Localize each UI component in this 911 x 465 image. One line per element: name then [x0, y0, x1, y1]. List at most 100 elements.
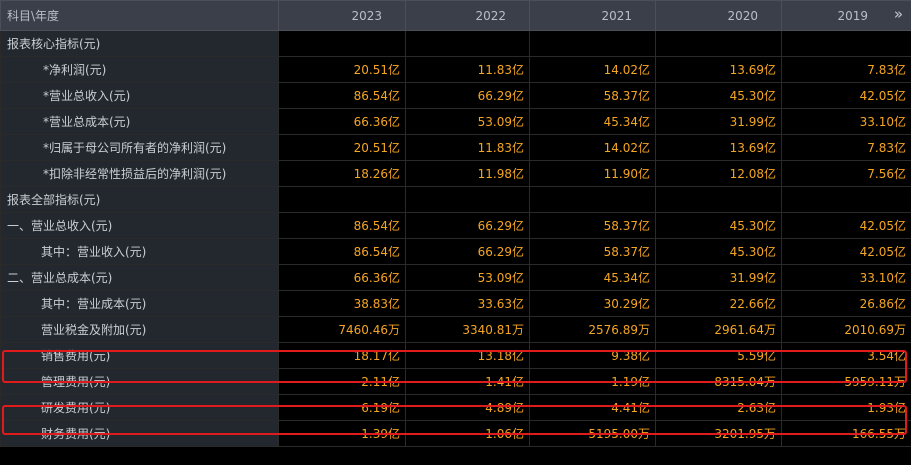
table-row[interactable]: 营业税金及附加(元) 7460.46万 3340.81万 2576.89万 2961.6… [0, 316, 911, 343]
value-cell: 2961.64万 [655, 316, 782, 343]
empty-cell [655, 30, 782, 57]
row-label: 财务费用(元) [0, 420, 279, 447]
value-cell: 53.09亿 [405, 108, 530, 135]
row-label: *净利润(元) [0, 56, 279, 83]
value-cell: 7.83亿 [781, 56, 911, 83]
value-cell: 1.19亿 [529, 368, 656, 395]
row-label: 二、营业总成本(元) [0, 264, 279, 291]
value-cell: -3201.95万 [655, 420, 782, 447]
row-label: *归属于母公司所有者的净利润(元) [0, 134, 279, 161]
header-subject-year: 科目\年度 [0, 0, 279, 31]
table-row[interactable]: *净利润(元) 20.51亿 11.83亿 14.02亿 13.69亿 7.83亿 [0, 56, 911, 83]
value-cell: 2576.89万 [529, 316, 656, 343]
value-cell: 3340.81万 [405, 316, 530, 343]
value-cell: 9.38亿 [529, 342, 656, 369]
value-cell: 11.98亿 [405, 160, 530, 187]
row-label: 营业税金及附加(元) [0, 316, 279, 343]
table-row[interactable]: 其中：营业成本(元) 38.83亿 33.63亿 30.29亿 22.66亿 26.86亿 [0, 290, 911, 317]
value-cell: 31.99亿 [655, 108, 782, 135]
value-cell: 13.69亿 [655, 56, 782, 83]
row-label: 研发费用(元) [0, 394, 279, 421]
table-row[interactable]: *营业总成本(元) 66.36亿 53.09亿 45.34亿 31.99亿 33.10亿 [0, 108, 911, 135]
header-year[interactable]: 2022 [405, 0, 530, 31]
table-row[interactable]: 销售费用(元) 18.17亿 13.18亿 9.38亿 5.59亿 3.54亿 [0, 342, 911, 369]
value-cell: 13.69亿 [655, 134, 782, 161]
value-cell: 38.83亿 [278, 290, 406, 317]
value-cell: 45.30亿 [655, 82, 782, 109]
value-cell: -166.55万 [781, 420, 911, 447]
table-row[interactable]: 财务费用(元) -1.39亿 -1.06亿 -5195.00万 -3201.95万 -16… [0, 420, 911, 447]
value-cell: 45.30亿 [655, 212, 782, 239]
value-cell: 45.34亿 [529, 108, 656, 135]
value-cell: 26.86亿 [781, 290, 911, 317]
value-cell: 13.18亿 [405, 342, 530, 369]
table-row[interactable]: 研发费用(元) 6.19亿 4.89亿 4.41亿 2.63亿 1.93亿 [0, 394, 911, 421]
header-year[interactable]: 2020 [655, 0, 782, 31]
header-year[interactable]: 2023 [278, 0, 406, 31]
value-cell: 22.66亿 [655, 290, 782, 317]
value-cell: 7460.46万 [278, 316, 406, 343]
value-cell: 86.54亿 [278, 238, 406, 265]
empty-cell [781, 30, 911, 57]
value-cell: 42.05亿 [781, 212, 911, 239]
value-cell: 2010.69万 [781, 316, 911, 343]
value-cell: 45.30亿 [655, 238, 782, 265]
value-cell: 86.54亿 [278, 82, 406, 109]
row-label: 一、营业总收入(元) [0, 212, 279, 239]
value-cell: 11.83亿 [405, 56, 530, 83]
empty-cell [278, 186, 406, 213]
empty-cell [405, 30, 530, 57]
value-cell: 18.17亿 [278, 342, 406, 369]
value-cell: 53.09亿 [405, 264, 530, 291]
empty-cell [655, 186, 782, 213]
table-row[interactable]: 管理费用(元) 2.11亿 1.41亿 1.19亿 8315.04万 5959.11万 [0, 368, 911, 395]
table-row[interactable]: 二、营业总成本(元) 66.36亿 53.09亿 45.34亿 31.99亿 33.10亿 [0, 264, 911, 291]
value-cell: 33.10亿 [781, 108, 911, 135]
value-cell: 2.11亿 [278, 368, 406, 395]
value-cell: 7.56亿 [781, 160, 911, 187]
header-row: 科目\年度 2023 2022 2021 2020 2019 [0, 0, 911, 31]
value-cell: 5959.11万 [781, 368, 911, 395]
value-cell: 3.54亿 [781, 342, 911, 369]
double-chevron-right-icon[interactable]: » [894, 7, 903, 22]
value-cell: 4.41亿 [529, 394, 656, 421]
header-year[interactable]: 2019 [781, 0, 911, 31]
value-cell: 20.51亿 [278, 134, 406, 161]
value-cell: 14.02亿 [529, 134, 656, 161]
value-cell: 58.37亿 [529, 212, 656, 239]
value-cell: -5195.00万 [529, 420, 656, 447]
value-cell: 66.36亿 [278, 108, 406, 135]
value-cell: 11.90亿 [529, 160, 656, 187]
value-cell: 31.99亿 [655, 264, 782, 291]
header-year[interactable]: 2021 [529, 0, 656, 31]
value-cell: 42.05亿 [781, 82, 911, 109]
value-cell: 1.41亿 [405, 368, 530, 395]
row-label: *营业总成本(元) [0, 108, 279, 135]
row-label: *营业总收入(元) [0, 82, 279, 109]
table-row[interactable]: 报表核心指标(元) [0, 30, 911, 57]
value-cell: 33.10亿 [781, 264, 911, 291]
value-cell: 6.19亿 [278, 394, 406, 421]
value-cell: 11.83亿 [405, 134, 530, 161]
empty-cell [781, 186, 911, 213]
table-row[interactable]: *扣除非经常性损益后的净利润(元) 18.26亿 11.98亿 11.90亿 12.08… [0, 160, 911, 187]
value-cell: 45.34亿 [529, 264, 656, 291]
row-label: 报表全部指标(元) [0, 186, 279, 213]
value-cell: 42.05亿 [781, 238, 911, 265]
value-cell: -1.06亿 [405, 420, 530, 447]
table-row[interactable]: *营业总收入(元) 86.54亿 66.29亿 58.37亿 45.30亿 42.05亿 [0, 82, 911, 109]
table-row[interactable]: 一、营业总收入(元) 86.54亿 66.29亿 58.37亿 45.30亿 42.05亿 [0, 212, 911, 239]
value-cell: 33.63亿 [405, 290, 530, 317]
table-row[interactable]: *归属于母公司所有者的净利润(元) 20.51亿 11.83亿 14.02亿 13.69… [0, 134, 911, 161]
value-cell: 14.02亿 [529, 56, 656, 83]
value-cell: 66.36亿 [278, 264, 406, 291]
value-cell: 18.26亿 [278, 160, 406, 187]
value-cell: 5.59亿 [655, 342, 782, 369]
value-cell: 58.37亿 [529, 82, 656, 109]
value-cell: -1.39亿 [278, 420, 406, 447]
table-row[interactable]: 其中：营业收入(元) 86.54亿 66.29亿 58.37亿 45.30亿 42.05亿 [0, 238, 911, 265]
row-label: 其中：营业成本(元) [0, 290, 279, 317]
financial-table-panel: 科目\年度 2023 2022 2021 2020 2019 报表核心指标(元)… [0, 0, 911, 465]
value-cell: 58.37亿 [529, 238, 656, 265]
table-row[interactable]: 报表全部指标(元) [0, 186, 911, 213]
